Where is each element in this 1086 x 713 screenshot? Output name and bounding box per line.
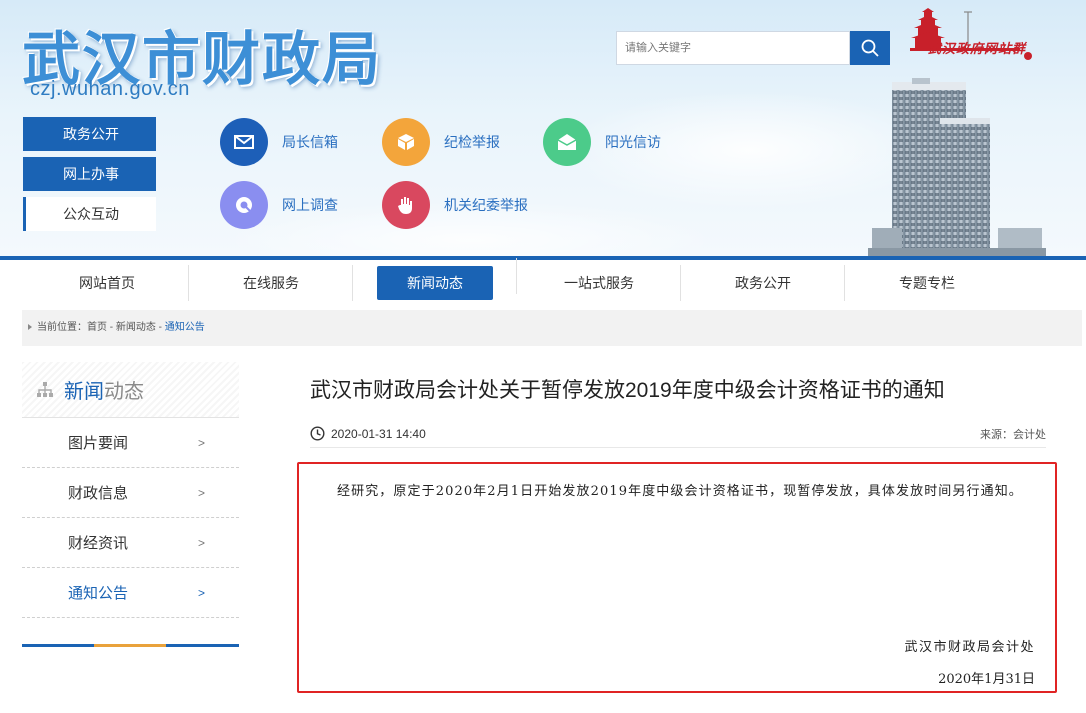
article-date: 2020-01-31 14:40: [310, 426, 426, 441]
sitemap-icon: [37, 381, 53, 397]
nav-special-topics[interactable]: 专题专栏: [845, 273, 1009, 293]
article-sign-date: 2020年1月31日: [938, 672, 1035, 687]
article-datetime: 2020-01-31 14:40: [331, 426, 426, 441]
gov-logo-text: 武汉政府网站群: [928, 42, 1027, 57]
quick-link-label: 机关纪委举报: [444, 197, 528, 213]
survey-icon: [220, 181, 268, 229]
nav-home[interactable]: 网站首页: [25, 265, 189, 301]
search-input[interactable]: 请输入关键字: [616, 31, 850, 65]
article-paragraph: 经研究，原定于2020年2月1日开始发放2019年度中级会计资格证书，现暂停发放…: [337, 484, 1023, 499]
header-nav-wsbs[interactable]: 网上办事: [23, 157, 156, 191]
nav-online-service[interactable]: 在线服务: [189, 265, 353, 301]
nav-label: 政务公开: [735, 275, 791, 291]
sidebar-item-photo-news[interactable]: 图片要闻 >: [22, 418, 239, 468]
nav-label: 在线服务: [243, 275, 299, 291]
quick-link-organ-discipline-report[interactable]: 机关纪委举报: [382, 181, 528, 229]
nav-label: 网站首页: [79, 275, 135, 291]
article-body-highlighted: 经研究，原定于2020年2月1日开始发放2019年度中级会计资格证书，现暂停发放…: [297, 462, 1057, 693]
sidebar-item-label: 通知公告: [68, 585, 129, 602]
quick-link-director-mailbox[interactable]: 局长信箱: [220, 118, 338, 166]
envelope-open-icon: [543, 118, 591, 166]
sidebar-header: 新闻 动态: [22, 362, 239, 418]
sidebar-item-economic-news[interactable]: 财经资讯 >: [22, 518, 239, 568]
clock-icon: [310, 426, 325, 441]
quick-link-label: 阳光信访: [605, 134, 661, 150]
nav-label: 一站式服务: [564, 275, 634, 291]
nav-label: 专题专栏: [899, 275, 955, 291]
breadcrumb-home-link[interactable]: 首页: [87, 322, 107, 333]
sidebar-item-label: 财经资讯: [68, 535, 129, 552]
quick-link-label: 局长信箱: [282, 134, 338, 150]
quick-link-online-survey[interactable]: 网上调查: [220, 181, 338, 229]
nav-one-stop-service[interactable]: 一站式服务: [517, 265, 681, 301]
quick-link-label: 纪检举报: [444, 134, 500, 150]
article-signature: 武汉市财政局会计处: [904, 640, 1035, 655]
chevron-right-icon: >: [197, 485, 205, 500]
main-navigation: 网站首页 在线服务 新闻动态 一站式服务 政务公开 专题专栏: [0, 256, 1086, 306]
box-icon: [382, 118, 430, 166]
sidebar-item-notices[interactable]: 通知公告 >: [22, 568, 239, 618]
quick-link-sunshine-petition[interactable]: 阳光信访: [543, 118, 661, 166]
chevron-right-icon: >: [197, 435, 205, 450]
search-button[interactable]: [850, 31, 890, 65]
nav-label: 新闻动态: [377, 266, 493, 300]
sidebar-item-label: 图片要闻: [68, 435, 129, 452]
search-icon: [861, 39, 879, 57]
triangle-right-icon: [28, 324, 32, 331]
header-nav-zwgk[interactable]: 政务公开: [23, 117, 156, 151]
site-domain: czj.wuhan.gov.cn: [30, 78, 190, 100]
breadcrumb-separator: -: [155, 322, 165, 333]
breadcrumb-section-link[interactable]: 新闻动态: [116, 322, 156, 333]
breadcrumb-separator: -: [107, 322, 116, 333]
header-nav-gzhd[interactable]: 公众互动: [23, 197, 156, 231]
article-title: 武汉市财政局会计处关于暂停发放2019年度中级会计资格证书的通知: [310, 379, 945, 402]
header-banner: 武汉市财政局 czj.wuhan.gov.cn 政务公开 网上办事 公众互动 局…: [0, 0, 1086, 256]
hand-icon: [382, 181, 430, 229]
quick-link-discipline-report[interactable]: 纪检举报: [382, 118, 500, 166]
sidebar-footer-bar: [22, 644, 239, 647]
chevron-right-icon: >: [197, 585, 205, 600]
sidebar: 新闻 动态 图片要闻 > 财政信息 > 财经资讯 > 通知公告 >: [22, 362, 239, 647]
header-left-nav: 政务公开 网上办事 公众互动: [23, 117, 156, 237]
sidebar-title-part2: 动态: [104, 381, 144, 403]
breadcrumb-prefix: 当前位置：: [37, 322, 87, 333]
breadcrumb: 当前位置：首页 - 新闻动态 - 通知公告: [22, 310, 1082, 346]
nav-news[interactable]: 新闻动态: [353, 258, 517, 300]
nav-gov-affairs[interactable]: 政务公开: [681, 265, 845, 301]
building-illustration: [868, 78, 1046, 256]
mail-icon: [220, 118, 268, 166]
sidebar-item-label: 财政信息: [68, 485, 129, 502]
sidebar-title-part1: 新闻: [64, 381, 104, 403]
article-meta: 2020-01-31 14:40 来源：会计处: [310, 420, 1046, 448]
sidebar-item-finance-info[interactable]: 财政信息 >: [22, 468, 239, 518]
quick-link-label: 网上调查: [282, 197, 338, 213]
breadcrumb-current-link[interactable]: 通知公告: [165, 322, 205, 333]
article-source: 来源：会计处: [980, 428, 1046, 441]
chevron-right-icon: >: [197, 535, 205, 550]
